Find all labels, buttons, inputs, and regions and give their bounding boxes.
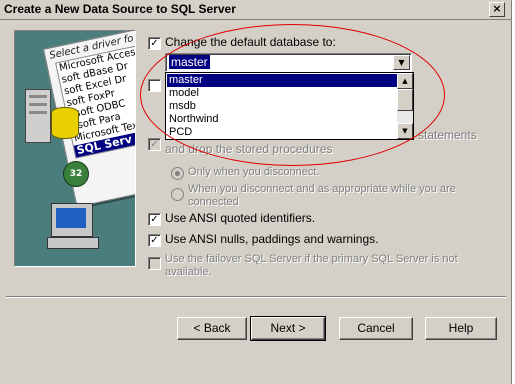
close-icon: ×	[492, 2, 502, 15]
failover-checkbox	[148, 257, 161, 270]
title-bar: Create a New Data Source to SQL Server ×	[0, 0, 511, 20]
only-disconnect-label: Only when you disconnect.	[188, 166, 320, 178]
window-edge	[511, 0, 515, 384]
help-button[interactable]: Help	[425, 317, 497, 340]
computer-monitor-icon	[51, 203, 93, 237]
when-disconnect-label-line2: connected	[188, 196, 239, 208]
create-temp-procedures-checkbox[interactable]	[148, 79, 161, 92]
dropdown-scrollbar[interactable]: ▲ ▼	[397, 73, 413, 139]
failover-label-line1: Use the failover SQL Server if the prima…	[165, 253, 458, 265]
database-option-msdb[interactable]: msdb	[167, 100, 397, 113]
wizard-illustration: Select a driver fo Microsoft Access D so…	[14, 30, 136, 267]
window-title: Create a New Data Source to SQL Server	[4, 2, 236, 16]
database-option-master[interactable]: master	[167, 74, 397, 87]
failover-label-line2: available.	[165, 266, 212, 278]
database-option-northwind[interactable]: Northwind	[167, 113, 397, 126]
only-disconnect-radio	[171, 167, 184, 180]
when-disconnect-radio	[171, 188, 184, 201]
ansi-nulls-checkbox[interactable]: ✓	[148, 234, 161, 247]
illustration-driver-list: Microsoft Access D soft dBase Dr soft Ex…	[55, 42, 135, 159]
globe-icon: 32	[63, 161, 89, 187]
next-button[interactable]: Next >	[250, 316, 326, 341]
database-option-model[interactable]: model	[167, 87, 397, 100]
computer-base-icon	[47, 237, 99, 249]
ansi-quoted-label: Use ANSI quoted identifiers.	[165, 211, 316, 225]
database-dropdown-list[interactable]: master model msdb Northwind PCD ▲ ▼	[165, 72, 414, 140]
scroll-down-icon[interactable]: ▼	[397, 123, 413, 139]
when-disconnect-label-line1: When you disconnect and as appropriate w…	[188, 183, 456, 195]
temp-procedures-disabled-checkbox: ✓	[148, 138, 161, 151]
ansi-nulls-label: Use ANSI nulls, paddings and warnings.	[165, 232, 379, 246]
change-default-db-label: Change the default database to:	[165, 35, 336, 49]
drop-procedures-label: and drop the stored procedures	[165, 142, 333, 156]
button-separator	[6, 296, 506, 298]
back-button[interactable]: < Back	[177, 317, 247, 340]
default-database-combobox[interactable]: master ▼	[165, 53, 412, 72]
database-cylinder-icon	[51, 107, 79, 139]
scroll-up-icon[interactable]: ▲	[397, 73, 413, 89]
create-temp-procedures-label: statements	[418, 128, 477, 142]
ansi-quoted-checkbox[interactable]: ✓	[148, 213, 161, 226]
change-default-db-checkbox[interactable]: ✓	[148, 37, 161, 50]
cancel-button[interactable]: Cancel	[339, 317, 413, 340]
default-database-value: master	[169, 55, 210, 69]
close-button[interactable]: ×	[489, 2, 505, 17]
server-tower-icon	[25, 89, 51, 143]
scroll-thumb[interactable]	[397, 89, 413, 111]
database-option-pcd[interactable]: PCD	[167, 126, 397, 139]
chevron-down-icon[interactable]: ▼	[393, 55, 410, 70]
